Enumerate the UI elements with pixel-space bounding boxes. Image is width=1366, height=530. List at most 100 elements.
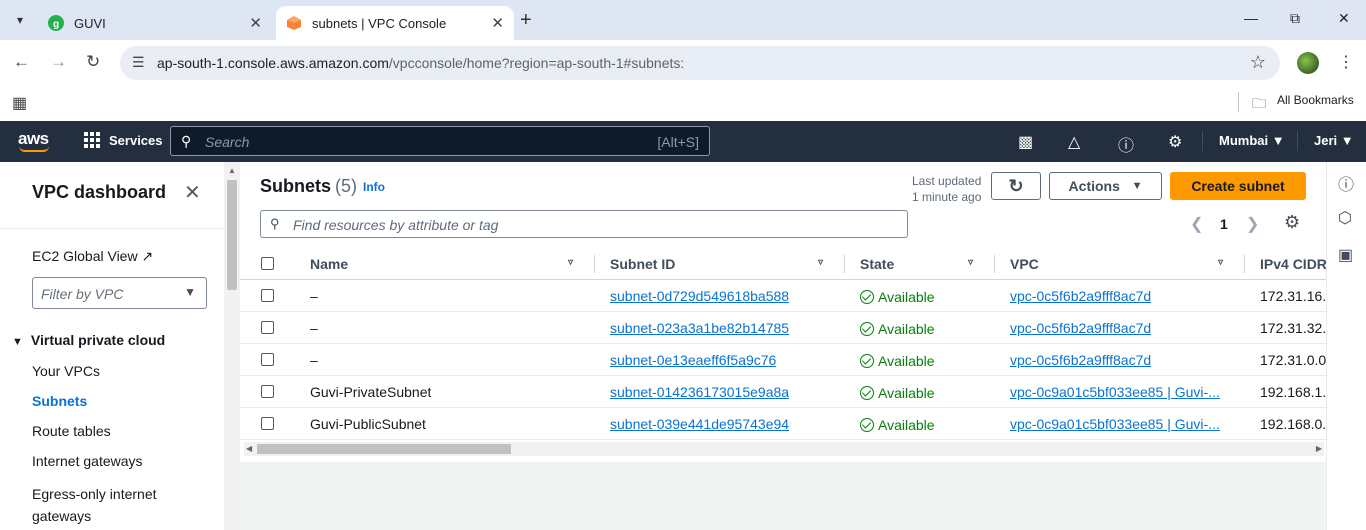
select-all-checkbox[interactable] xyxy=(261,257,274,270)
cell-ipv4-cidr: 172.31.32. xyxy=(1260,320,1326,336)
cell-vpc-link[interactable]: vpc-0c9a01c5bf033ee85 | Guvi-... xyxy=(1010,384,1220,400)
actions-button[interactable]: Actions ▼ xyxy=(1049,172,1162,200)
cell-subnet-id-link[interactable]: subnet-023a3a1be82b14785 xyxy=(610,320,789,336)
sort-caret-icon[interactable]: ▿ xyxy=(968,257,973,268)
aws-search-input[interactable]: ⚲ Search [Alt+S] xyxy=(170,126,710,156)
row-checkbox[interactable] xyxy=(261,417,274,430)
page-number[interactable]: 1 xyxy=(1220,216,1228,232)
bookmark-star-icon[interactable]: ☆ xyxy=(1250,52,1266,73)
refresh-button[interactable]: ↻ xyxy=(991,172,1041,200)
row-checkbox[interactable] xyxy=(261,385,274,398)
new-tab-icon[interactable]: + xyxy=(520,9,532,32)
check-circle-icon xyxy=(860,386,874,400)
table-row[interactable]: – subnet-0d729d549618ba588 Available vpc… xyxy=(240,280,1326,312)
column-header-state[interactable]: State xyxy=(860,256,894,272)
bookmarks-bar: ▦ 🗀 All Bookmarks xyxy=(0,86,1366,121)
url-text: ap-south-1.console.aws.amazon.com/vpccon… xyxy=(157,55,685,71)
caret-down-icon: ▼ xyxy=(184,285,196,299)
tab-search-chevron-icon[interactable]: ▾ xyxy=(8,8,32,32)
sidenav-scrollbar[interactable]: ▲ xyxy=(224,162,240,530)
cell-name: Guvi-PublicSubnet xyxy=(310,416,426,432)
sidenav-title[interactable]: VPC dashboard xyxy=(32,182,166,203)
section-virtual-private-cloud[interactable]: ▼ Virtual private cloud xyxy=(12,332,165,348)
services-menu-button[interactable]: Services xyxy=(84,132,163,148)
tutorial-panel-icon[interactable]: ▣ xyxy=(1338,245,1353,265)
create-subnet-button[interactable]: Create subnet xyxy=(1170,172,1306,200)
restore-icon[interactable]: ⧉ xyxy=(1290,10,1300,27)
account-menu[interactable]: Jeri ▼ xyxy=(1314,133,1354,148)
address-bar-row: ← → ↻ ☰ ap-south-1.console.aws.amazon.co… xyxy=(0,40,1366,86)
close-window-icon[interactable]: ✕ xyxy=(1338,10,1350,27)
caret-down-icon: ▼ xyxy=(1131,180,1143,192)
info-link[interactable]: Info xyxy=(363,180,385,194)
close-tab-icon[interactable]: ✕ xyxy=(249,14,262,32)
row-checkbox[interactable] xyxy=(261,321,274,334)
cloudshell-icon[interactable]: ▩ xyxy=(1018,132,1033,152)
table-row[interactable]: – subnet-0e13eaeff6f5a9c76 Available vpc… xyxy=(240,344,1326,376)
region-selector[interactable]: Mumbai ▼ xyxy=(1219,133,1285,148)
close-tab-icon[interactable]: ✕ xyxy=(491,14,504,32)
cell-state: Available xyxy=(860,352,935,369)
reload-icon[interactable]: ↻ xyxy=(86,52,100,72)
help-icon[interactable]: ⓘ xyxy=(1118,132,1134,156)
column-header-vpc[interactable]: VPC xyxy=(1010,256,1039,272)
ec2-global-view-link[interactable]: EC2 Global View ↗ xyxy=(32,248,153,265)
cell-subnet-id-link[interactable]: subnet-0d729d549618ba588 xyxy=(610,288,789,304)
minimize-icon[interactable]: — xyxy=(1244,10,1258,26)
back-icon[interactable]: ← xyxy=(13,52,30,72)
column-header-subnet-id[interactable]: Subnet ID xyxy=(610,256,675,272)
info-panel-icon[interactable]: ⓘ xyxy=(1338,171,1354,195)
table-horizontal-scrollbar[interactable]: ◀ ▶ xyxy=(244,442,1324,456)
all-bookmarks-link[interactable]: All Bookmarks xyxy=(1277,93,1354,107)
check-circle-icon xyxy=(860,354,874,368)
close-icon[interactable]: ✕ xyxy=(184,180,201,205)
preferences-gear-icon[interactable]: ⚙ xyxy=(1284,212,1300,233)
sidebar-item-internet-gateways[interactable]: Internet gateways xyxy=(32,453,143,469)
utility-rail: ⓘ ⬡ ▣ xyxy=(1326,162,1366,530)
check-circle-icon xyxy=(860,322,874,336)
tab-guvi[interactable]: g GUVI ✕ xyxy=(40,6,272,40)
sidebar-item-route-tables[interactable]: Route tables xyxy=(32,423,111,439)
row-checkbox[interactable] xyxy=(261,289,274,302)
filter-by-vpc-select[interactable]: Filter by VPC ▼ xyxy=(32,277,207,309)
cell-vpc-link[interactable]: vpc-0c9a01c5bf033ee85 | Guvi-... xyxy=(1010,416,1220,432)
cell-name: Guvi-PrivateSubnet xyxy=(310,384,432,400)
url-omnibox[interactable]: ☰ ap-south-1.console.aws.amazon.com/vpcc… xyxy=(120,46,1280,80)
next-page-icon[interactable]: ❯ xyxy=(1246,214,1259,234)
row-checkbox[interactable] xyxy=(261,353,274,366)
sidebar-item-subnets[interactable]: Subnets xyxy=(32,393,87,409)
resource-filter-input[interactable]: ⚲ Find resources by attribute or tag xyxy=(260,210,908,238)
cell-name: – xyxy=(310,288,318,304)
site-settings-icon[interactable]: ☰ xyxy=(132,54,145,71)
cell-vpc-link[interactable]: vpc-0c5f6b2a9fff8ac7d xyxy=(1010,288,1151,304)
apps-grid-icon[interactable]: ▦ xyxy=(12,93,27,113)
cell-vpc-link[interactable]: vpc-0c5f6b2a9fff8ac7d xyxy=(1010,320,1151,336)
sort-caret-icon[interactable]: ▿ xyxy=(818,257,823,268)
tab-subnets[interactable]: subnets | VPC Console ✕ xyxy=(276,6,514,40)
profile-avatar[interactable] xyxy=(1297,52,1319,74)
sidebar-item-egress-only-internet-gateways[interactable]: Egress-only internet gateways xyxy=(32,483,182,527)
notifications-bell-icon[interactable]: △ xyxy=(1068,132,1080,152)
cell-subnet-id-link[interactable]: subnet-039e441de95743e94 xyxy=(610,416,789,432)
sidebar-item-your-vpcs[interactable]: Your VPCs xyxy=(32,363,100,379)
sort-caret-icon[interactable]: ▿ xyxy=(1218,257,1223,268)
column-header-ipv4-cidr[interactable]: IPv4 CIDR xyxy=(1260,256,1326,272)
table-row[interactable]: – subnet-023a3a1be82b14785 Available vpc… xyxy=(240,312,1326,344)
table-row[interactable]: Guvi-PublicSubnet subnet-039e441de95743e… xyxy=(240,408,1326,440)
cell-vpc-link[interactable]: vpc-0c5f6b2a9fff8ac7d xyxy=(1010,352,1151,368)
table-row[interactable]: Guvi-PrivateSubnet subnet-014236173015e9… xyxy=(240,376,1326,408)
aws-logo[interactable]: aws xyxy=(18,129,49,152)
search-icon: ⚲ xyxy=(270,216,280,231)
forward-icon[interactable]: → xyxy=(50,52,67,72)
cell-state: Available xyxy=(860,416,935,433)
browser-tab-strip: ▾ g GUVI ✕ subnets | VPC Console ✕ + — ⧉… xyxy=(0,0,1366,40)
feedback-icon[interactable]: ⬡ xyxy=(1338,208,1352,228)
divider xyxy=(1238,92,1239,112)
column-header-name[interactable]: Name xyxy=(310,256,348,272)
settings-gear-icon[interactable]: ⚙ xyxy=(1168,132,1182,152)
cell-subnet-id-link[interactable]: subnet-0e13eaeff6f5a9c76 xyxy=(610,352,776,368)
browser-menu-icon[interactable]: ⋮ xyxy=(1338,52,1354,72)
cell-subnet-id-link[interactable]: subnet-014236173015e9a8a xyxy=(610,384,789,400)
previous-page-icon[interactable]: ❮ xyxy=(1190,214,1203,234)
sort-caret-icon[interactable]: ▿ xyxy=(568,257,573,268)
